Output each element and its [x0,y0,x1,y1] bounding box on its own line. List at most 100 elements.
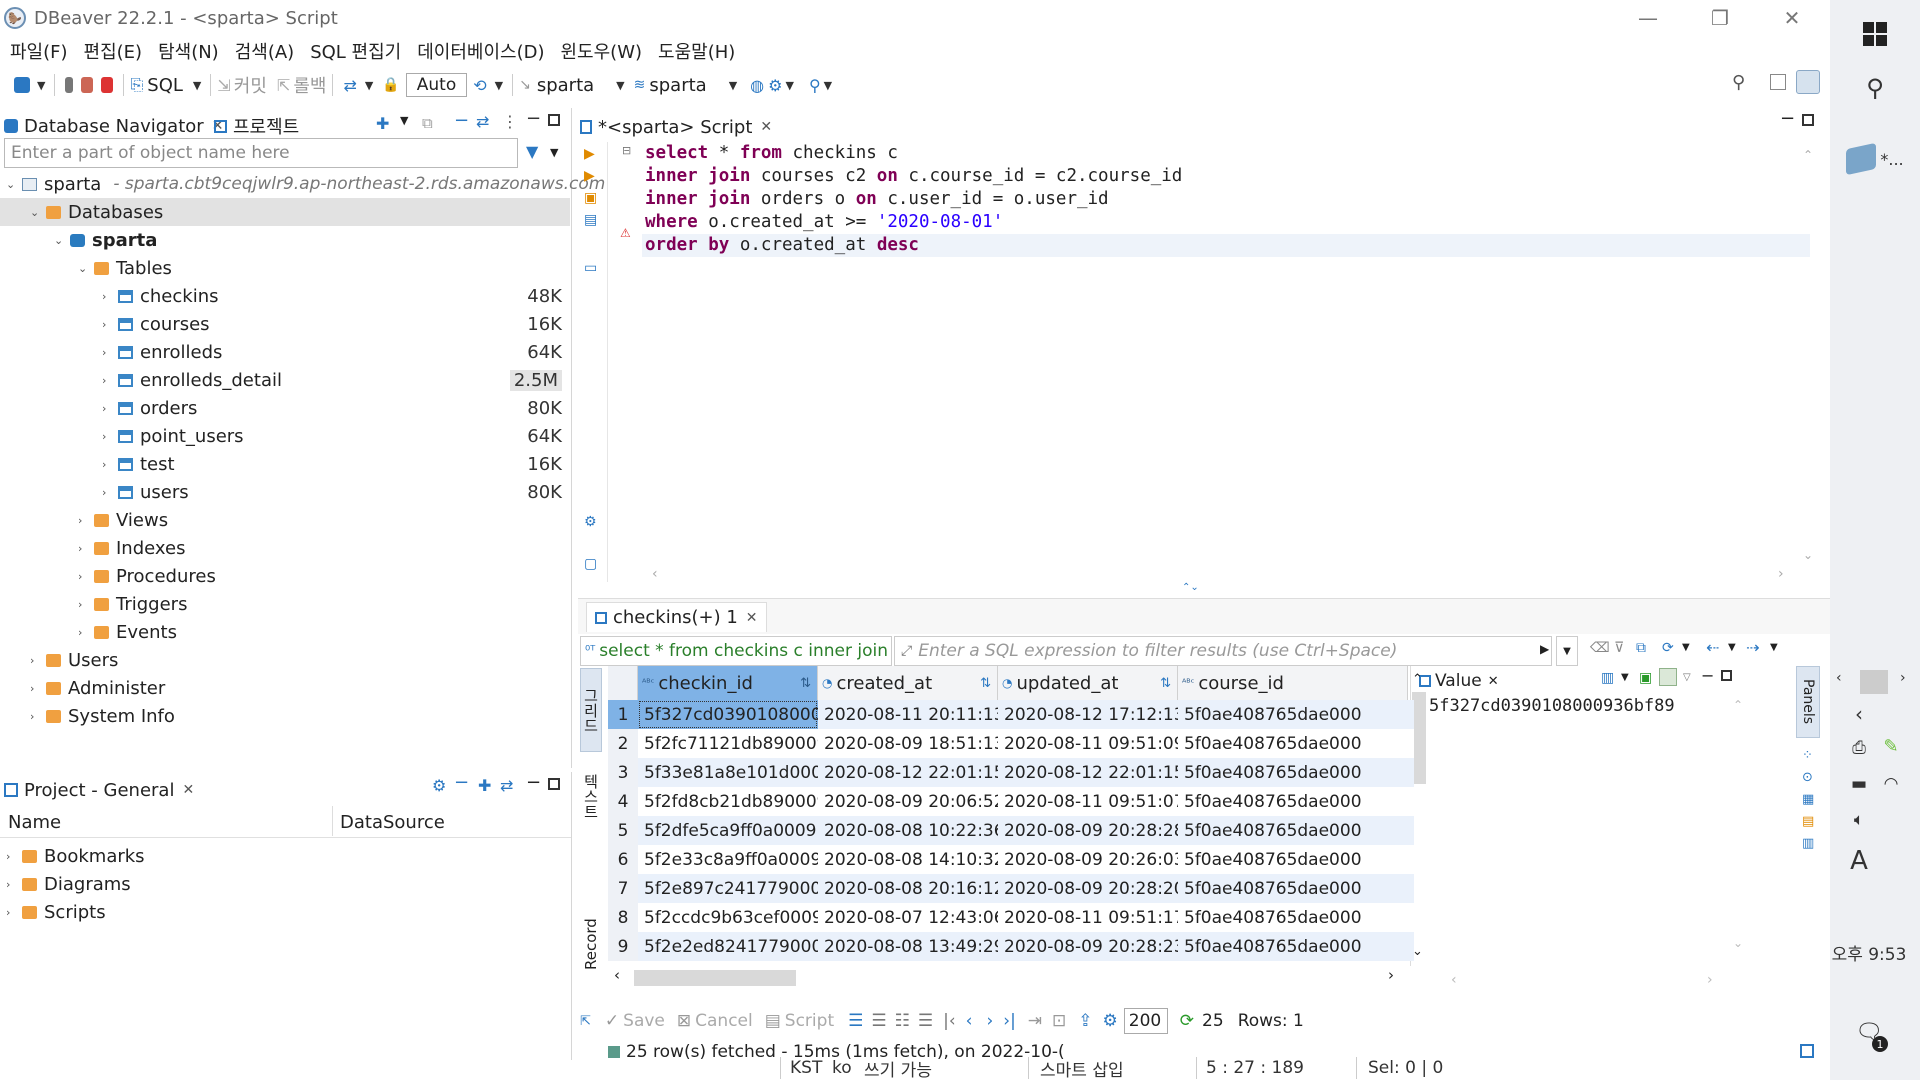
fetch-next-icon[interactable]: ⇥ [1028,1011,1042,1031]
chevron-down-icon[interactable]: ▼ [1770,642,1778,653]
chevron-down-icon[interactable]: ▼ [193,79,201,92]
table-cell[interactable]: 2020-08-09 20:26:03 [998,845,1178,874]
scroll-up-icon[interactable]: ⌃ [1733,698,1743,712]
row-number[interactable]: 9 [608,932,638,961]
chevron-right-icon[interactable]: › [102,290,118,303]
table-cell[interactable]: 5f2e2ed824177900090af1de [638,932,818,961]
table-cell[interactable]: 5f2dfe5ca9ff0a0009b4ad4c [638,816,818,845]
chevron-right-icon[interactable]: › [102,486,118,499]
table-cell[interactable]: 2020-08-08 13:49:29 [818,932,998,961]
rollback-button[interactable]: 롤백 [293,72,326,98]
tree-node-administer[interactable]: › Administer [30,674,165,702]
row-number[interactable]: 7 [608,874,638,903]
erase-filter-icon[interactable]: ⌫ [1590,640,1610,656]
table-cell[interactable]: 2020-08-08 20:16:12 [818,874,998,903]
tree-node-schema[interactable]: ⌄ sparta [54,226,157,254]
table-cell[interactable]: 5f2fd8cb21db8900093b0d20 [638,787,818,816]
font-icon[interactable]: A [1814,846,1904,876]
menu-sql-editor[interactable]: SQL 편집기 [310,38,401,64]
tree-node-system-info[interactable]: › System Info [30,702,175,730]
row-number[interactable]: 1 [608,700,638,729]
tree-node-triggers[interactable]: › Triggers [78,590,187,618]
chevron-right-icon[interactable]: › [6,878,22,891]
row-number[interactable]: 4 [608,787,638,816]
content-viewer-icon[interactable]: ▥ [1601,670,1614,686]
table-cell[interactable]: 5f0ae408765dae000 [1178,845,1414,874]
minimize-button[interactable]: — [1612,0,1684,36]
dbeaver-perspective-icon[interactable] [1796,70,1820,94]
table-row[interactable]: 25f2fc71121db8900093b0c9f2020-08-09 18:5… [608,729,1414,758]
table-cell[interactable]: 2020-08-11 09:51:07 [998,787,1178,816]
disconnect-icon[interactable] [101,77,114,93]
project-item-bookmarks[interactable]: › Bookmarks [6,842,145,870]
menu-search[interactable]: 검색(A) [235,38,294,64]
chevron-down-icon[interactable]: ▼ [1682,642,1690,653]
grouping-icon[interactable]: ▦ [1802,792,1814,807]
commit-button[interactable]: 커밋 [234,72,267,98]
table-cell[interactable]: 2020-08-09 20:28:28 [998,816,1178,845]
tree-node-procedures[interactable]: › Procedures [78,562,216,590]
link-icon[interactable]: ⇄ [476,112,489,131]
chevron-down-icon[interactable]: ▼ [729,79,737,92]
chevron-down-icon[interactable]: ▼ [616,79,624,92]
value-content[interactable]: 5f327cd0390108000936bf89 [1429,696,1675,716]
project-item-scripts[interactable]: › Scripts [6,898,106,926]
scroll-left-icon[interactable]: ‹ [652,566,658,582]
tree-node-table[interactable]: › users 80K [102,478,570,506]
scroll-left-icon[interactable]: ‹ [1451,972,1457,988]
table-row[interactable]: 45f2fd8cb21db8900093b0d202020-08-09 20:0… [608,787,1414,816]
chevron-right-icon[interactable]: › [30,654,46,667]
scroll-down-icon[interactable]: ⌄ [1803,548,1813,562]
tab-record-view[interactable]: Record [580,904,602,984]
menu-file[interactable]: 파일(F) [10,38,68,64]
chevron-down-icon[interactable]: ⌄ [6,178,22,191]
splitter-handle-icon[interactable]: ⌃⌄ [1182,582,1199,593]
table-cell[interactable]: 5f2e33c8a9ff0a0009b4ae2e [638,845,818,874]
chevron-right-icon[interactable]: › [102,458,118,471]
save-button[interactable]: Save [623,1011,665,1031]
table-cell[interactable]: 5f0ae408765dae000 [1178,787,1414,816]
scroll-up-icon[interactable]: ⌃ [1412,672,1423,687]
maximize-panel-icon[interactable] [1721,670,1732,681]
new-connection-icon[interactable]: ✚ [376,114,389,133]
tree-node-databases[interactable]: ⌄ Databases [0,198,570,226]
chevron-right-icon[interactable]: › [1900,670,1906,686]
tab-project-general[interactable]: Project - General ✕ [4,776,194,804]
chevron-down-icon[interactable]: ▼ [785,79,793,92]
column-header-course-id[interactable]: ᴬᴮᶜ course_id [1178,666,1408,700]
row-number[interactable]: 2 [608,729,638,758]
code-line[interactable]: where o.created_at >= '2020-08-01' [645,211,1182,234]
filter-clear-icon[interactable]: ⊽ [1614,640,1624,656]
chevron-down-icon[interactable]: ▼ [365,79,373,92]
dashboard-icon[interactable]: ◍ [750,76,764,95]
table-cell[interactable]: 5f33e81a8e101d0009723be8 [638,758,818,787]
menu-database[interactable]: 데이터베이스(D) [417,38,544,64]
fold-icon[interactable]: ⊟ [622,144,631,157]
table-row[interactable]: 55f2dfe5ca9ff0a0009b4ad4c2020-08-08 10:2… [608,816,1414,845]
table-cell[interactable]: 2020-08-09 20:28:20 [998,874,1178,903]
tree-node-events[interactable]: › Events [78,618,177,646]
settings-icon[interactable]: ⚙ [432,776,446,795]
maximize-panel-icon[interactable] [1802,114,1814,126]
pen-icon[interactable]: ✎ [1846,736,1920,757]
delete-row-icon[interactable]: ☰ [918,1011,933,1031]
table-cell[interactable]: 5f327cd0390108000936bf89 [638,700,818,729]
code-line[interactable]: inner join orders o on c.user_id = o.use… [645,188,1182,211]
tab-text-view[interactable]: 텍스트 [580,758,602,834]
row-number[interactable]: 6 [608,845,638,874]
menu-window[interactable]: 윈도우(W) [561,38,643,64]
scroll-down-icon[interactable]: ⌄ [1733,936,1743,950]
chevron-down-icon[interactable]: ▼ [824,79,832,92]
code-line[interactable]: order by o.created_at desc [645,234,1182,257]
next-page-icon[interactable]: › [986,1011,993,1031]
chevron-right-icon[interactable]: › [30,682,46,695]
scroll-up-icon[interactable]: ⌃ [1803,148,1813,162]
chevron-down-icon[interactable]: ▼ [400,114,408,127]
save-filter-icon[interactable]: ⧉ [1636,640,1646,656]
collapse-all-icon[interactable]: − [454,772,469,793]
collapse-all-icon[interactable]: − [454,110,469,131]
column-header-checkin-id[interactable]: ᴬᴮᶜ checkin_id ⇅ [638,666,818,700]
sort-filter-icon[interactable]: ⇅ [1160,676,1171,691]
filter-history-dropdown[interactable]: ▼ [1556,636,1578,666]
tray-overflow[interactable] [1860,670,1888,694]
